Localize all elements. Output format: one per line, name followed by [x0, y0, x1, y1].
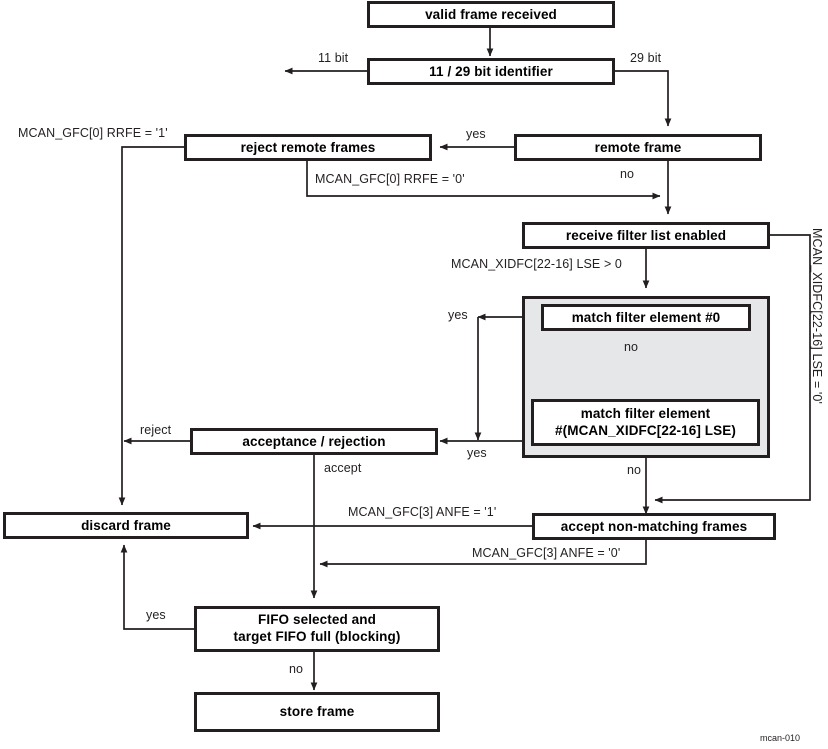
node-label-line1: match filter element	[580, 405, 711, 421]
node-reject-remote-frames: reject remote frames	[184, 134, 432, 161]
label-rrfe-one: MCAN_GFC[0] RRFE = '1'	[18, 126, 168, 140]
node-fifo-selected-full: FIFO selected and target FIFO full (bloc…	[194, 606, 440, 652]
label-lse-equals-zero: MCAN_XIDFC[22-16] LSE = '0'	[810, 228, 824, 404]
node-label-line2: target FIFO full (blocking)	[233, 629, 401, 644]
label-fifo-no: no	[289, 662, 304, 676]
figure-id-label: mcan-010	[760, 733, 801, 743]
node-match-filter-element-0: match filter element #0	[541, 304, 751, 331]
label-filter-no: no	[627, 463, 642, 477]
node-label: valid frame received	[425, 6, 557, 22]
node-label: accept non-matching frames	[560, 518, 748, 534]
node-remote-frame: remote frame	[514, 134, 762, 161]
label-lse-greater-zero: MCAN_XIDFC[22-16] LSE > 0	[451, 257, 622, 271]
label-remote-no: no	[620, 167, 635, 181]
node-label: acceptance / rejection	[242, 433, 386, 449]
label-match-yes-top: yes	[448, 308, 468, 322]
node-label: remote frame	[594, 139, 682, 155]
node-label: store frame	[279, 704, 355, 720]
label-remote-yes: yes	[466, 127, 486, 141]
node-match-filter-element-last: match filter element #(MCAN_XIDFC[22-16]…	[531, 399, 760, 446]
label-accept: accept	[324, 461, 362, 475]
label-reject: reject	[140, 423, 172, 437]
label-match-chain-no: no	[624, 340, 639, 354]
label-anfe-zero: MCAN_GFC[3] ANFE = '0'	[472, 546, 621, 560]
label-anfe-one: MCAN_GFC[3] ANFE = '1'	[348, 505, 497, 519]
node-accept-non-matching-frames: accept non-matching frames	[532, 513, 776, 540]
node-store-frame: store frame	[194, 692, 440, 732]
node-label: reject remote frames	[240, 139, 376, 155]
node-discard-frame: discard frame	[3, 512, 249, 539]
node-label-line2: #(MCAN_XIDFC[22-16] LSE)	[555, 422, 736, 438]
node-label: discard frame	[81, 517, 171, 533]
node-valid-frame-received: valid frame received	[367, 1, 615, 28]
label-rrfe-zero: MCAN_GFC[0] RRFE = '0'	[315, 172, 465, 186]
node-acceptance-rejection: acceptance / rejection	[190, 428, 438, 455]
node-receive-filter-list-enabled: receive filter list enabled	[522, 222, 770, 249]
label-29-bit: 29 bit	[630, 51, 662, 65]
node-label-line1: FIFO selected and	[258, 612, 376, 628]
node-label: receive filter list enabled	[565, 227, 727, 243]
edge-rrfe1-to-discard	[118, 146, 184, 506]
label-match-yes-bottom: yes	[467, 446, 487, 460]
node-label: 11 / 29 bit identifier	[429, 63, 553, 79]
node-bit-identifier: 11 / 29 bit identifier	[367, 58, 615, 85]
label-fifo-yes: yes	[146, 608, 166, 622]
flowchart-canvas: valid frame received 11 / 29 bit identif…	[0, 0, 828, 749]
edge-identifier-29bit	[615, 70, 672, 127]
label-11-bit: 11 bit	[318, 51, 349, 65]
node-label: match filter element #0	[571, 309, 721, 325]
